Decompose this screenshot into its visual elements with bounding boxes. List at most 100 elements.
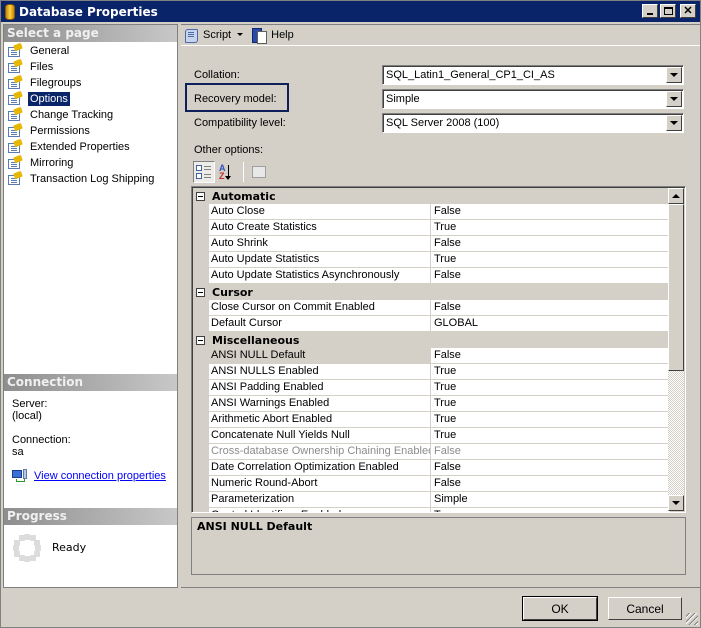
chevron-up-icon <box>672 194 680 198</box>
page-icon <box>7 154 23 170</box>
category-row[interactable]: Automatic <box>193 188 670 204</box>
database-properties-window: Database Properties ✕ Select a page Gene… <box>0 0 701 628</box>
property-name: Default Cursor <box>209 316 431 331</box>
property-row[interactable]: Close Cursor on Commit Enabled False <box>209 300 670 316</box>
property-name: Auto Create Statistics <box>209 220 431 235</box>
property-value[interactable]: False <box>431 444 670 459</box>
page-item-label: Permissions <box>30 125 90 137</box>
page-list: General Files Filegroups Options Change Trac… <box>4 42 177 187</box>
property-value[interactable]: True <box>431 252 670 267</box>
property-description: ANSI NULL Default <box>191 517 686 575</box>
property-value[interactable]: False <box>431 460 670 475</box>
page-item-change-tracking[interactable]: Change Tracking <box>4 106 177 123</box>
property-row[interactable]: Cross-database Ownership Chaining Enable… <box>209 444 670 460</box>
property-row[interactable]: Quoted Identifiers EnabledTrue <box>209 508 670 512</box>
collation-select[interactable]: SQL_Latin1_General_CP1_CI_AS <box>382 65 684 85</box>
property-value[interactable]: True <box>431 508 670 512</box>
property-row[interactable]: ANSI NULL Default False <box>209 348 670 364</box>
page-icon <box>7 106 23 122</box>
script-button[interactable]: Script <box>183 26 244 44</box>
compatibility-level-dropdown-button[interactable] <box>666 115 682 131</box>
property-row[interactable]: Concatenate Null Yields Null True <box>209 428 670 444</box>
property-name: Auto Update Statistics <box>209 252 431 267</box>
script-label: Script <box>203 28 232 41</box>
alphabetical-button[interactable]: AZ <box>216 161 238 183</box>
left-pane: Select a page General Files Filegroups Opti… <box>3 24 178 588</box>
category-row[interactable]: Miscellaneous <box>193 332 670 348</box>
maximize-icon <box>664 7 673 15</box>
chevron-down-icon[interactable] <box>237 33 244 36</box>
property-name: Close Cursor on Commit Enabled <box>209 300 431 315</box>
property-row[interactable]: Auto Update Statistics Asynchronously Fal… <box>209 268 670 284</box>
recovery-model-dropdown-button[interactable] <box>666 91 682 107</box>
property-value[interactable]: True <box>431 220 670 235</box>
page-item-general[interactable]: General <box>4 42 177 59</box>
ok-button[interactable]: OK <box>522 596 598 621</box>
property-value[interactable]: GLOBAL <box>431 316 670 331</box>
category-row[interactable]: Cursor <box>193 284 670 300</box>
window-title: Database Properties <box>19 4 158 19</box>
recovery-model-label: Recovery model: <box>194 93 277 105</box>
scroll-track[interactable] <box>668 204 684 495</box>
database-icon <box>5 3 15 20</box>
recovery-model-value: Simple <box>386 93 420 105</box>
view-connection-properties-link[interactable]: View connection properties <box>34 470 166 482</box>
page-item-mirroring[interactable]: Mirroring <box>4 154 177 171</box>
property-value[interactable]: False <box>431 236 670 251</box>
property-value[interactable]: Simple <box>431 492 670 507</box>
property-pages-button[interactable] <box>248 161 270 183</box>
property-row[interactable]: Date Correlation Optimization Enabled Fal… <box>209 460 670 476</box>
page-item-extended-properties[interactable]: Extended Properties <box>4 138 177 155</box>
resize-grip[interactable] <box>686 613 698 625</box>
property-name: Auto Update Statistics Asynchronously <box>209 268 431 283</box>
page-item-filegroups[interactable]: Filegroups <box>4 74 177 91</box>
property-row[interactable]: Default Cursor GLOBAL <box>209 316 670 332</box>
property-row[interactable]: ANSI Padding Enabled True <box>209 380 670 396</box>
property-row[interactable]: Numeric Round-Abort False <box>209 476 670 492</box>
property-row[interactable]: Auto Update Statistics True <box>209 252 670 268</box>
maximize-button[interactable] <box>660 4 676 18</box>
property-row[interactable]: Auto Close False <box>209 204 670 220</box>
property-value[interactable]: True <box>431 380 670 395</box>
property-value[interactable]: True <box>431 396 670 411</box>
scroll-up-button[interactable] <box>668 188 684 204</box>
property-name: Concatenate Null Yields Null <box>209 428 431 443</box>
property-row[interactable]: Arithmetic Abort Enabled True <box>209 412 670 428</box>
collapse-icon[interactable] <box>196 287 205 297</box>
page-item-options[interactable]: Options <box>4 90 177 107</box>
help-button[interactable]: Help <box>251 26 294 44</box>
property-grid-scrollbar[interactable] <box>668 188 684 511</box>
categorized-button[interactable] <box>193 161 215 183</box>
recovery-model-select[interactable]: Simple <box>382 89 684 109</box>
property-value[interactable]: False <box>431 300 670 315</box>
close-button[interactable]: ✕ <box>680 4 696 18</box>
property-row[interactable]: Parameterization Simple <box>209 492 670 508</box>
property-name: Quoted Identifiers Enabled <box>209 508 431 512</box>
spinner-dot <box>13 545 19 551</box>
collapse-icon[interactable] <box>196 335 205 345</box>
cancel-button[interactable]: Cancel <box>608 597 682 620</box>
property-value[interactable]: False <box>431 476 670 491</box>
collation-dropdown-button[interactable] <box>666 67 682 83</box>
property-value[interactable]: True <box>431 412 670 427</box>
property-row[interactable]: Auto Shrink False <box>209 236 670 252</box>
property-value[interactable]: False <box>431 204 670 219</box>
scroll-thumb[interactable] <box>668 204 684 371</box>
scroll-down-button[interactable] <box>668 495 684 511</box>
property-row[interactable]: Auto Create Statistics True <box>209 220 670 236</box>
minimize-button[interactable] <box>642 4 658 18</box>
toolbar: Script Help <box>181 24 700 46</box>
property-row[interactable]: ANSI Warnings Enabled True <box>209 396 670 412</box>
property-value[interactable]: False <box>431 348 670 363</box>
page-item-transaction-log-shipping[interactable]: Transaction Log Shipping <box>4 170 177 187</box>
page-item-permissions[interactable]: Permissions <box>4 122 177 139</box>
property-value[interactable]: False <box>431 268 670 283</box>
compatibility-level-select[interactable]: SQL Server 2008 (100) <box>382 113 684 133</box>
property-row[interactable]: ANSI NULLS Enabled True <box>209 364 670 380</box>
progress-section: Progress Ready <box>4 508 177 563</box>
collapse-icon[interactable] <box>196 191 205 201</box>
chevron-down-icon <box>670 97 678 101</box>
property-value[interactable]: True <box>431 428 670 443</box>
page-item-files[interactable]: Files <box>4 58 177 75</box>
property-value[interactable]: True <box>431 364 670 379</box>
